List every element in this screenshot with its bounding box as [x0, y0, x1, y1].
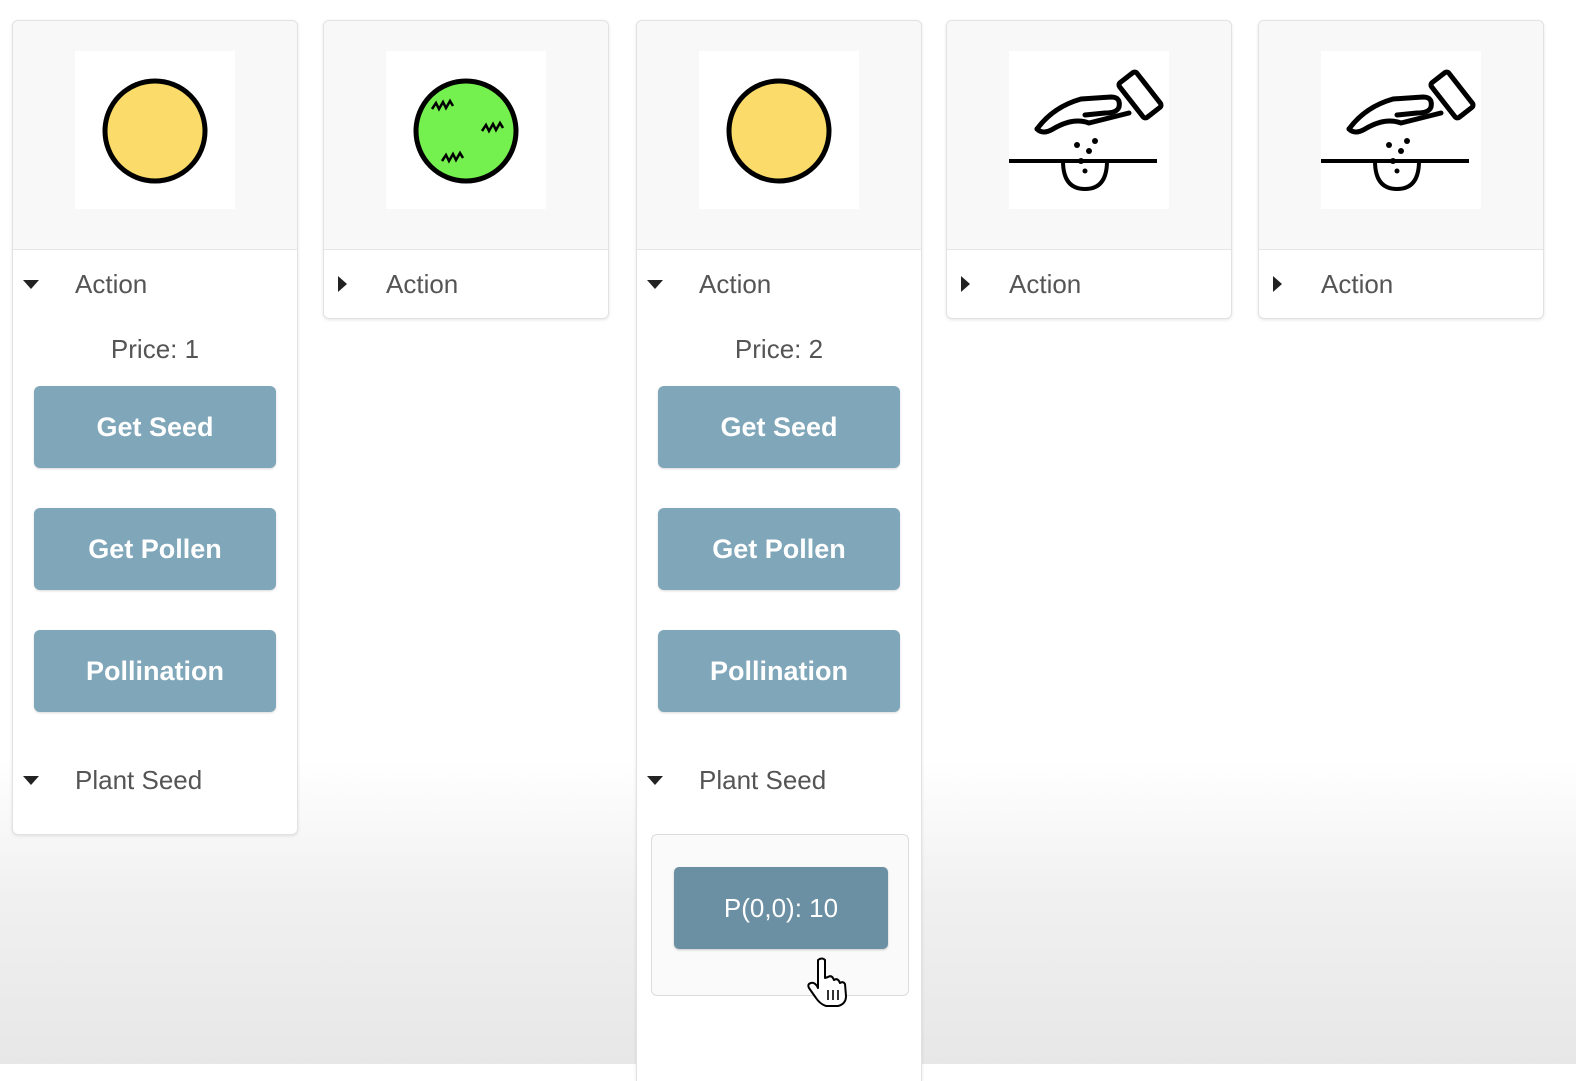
plant-seed-toggle[interactable]: Plant Seed [13, 746, 297, 814]
plot-list: P(0,0): 10 [651, 834, 909, 996]
action-toggle[interactable]: Action [1259, 250, 1543, 318]
caret-right-icon [1269, 276, 1285, 292]
card-image [13, 21, 297, 250]
caret-down-icon [23, 772, 39, 788]
plot-button[interactable]: P(0,0): 10 [674, 867, 888, 949]
yellow-seed-icon [75, 51, 235, 209]
card-image [947, 21, 1231, 250]
hand-planting-seed-icon [1321, 51, 1481, 209]
get-pollen-button[interactable]: Get Pollen [34, 508, 276, 590]
card-image [324, 21, 608, 250]
seed-card-2: Action Price: 2 Get Seed Get Pollen Poll… [636, 20, 922, 1081]
plant-card-1: Action [946, 20, 1232, 319]
get-pollen-button[interactable]: Get Pollen [658, 508, 900, 590]
plant-seed-label: Plant Seed [75, 764, 203, 795]
caret-down-icon [647, 276, 663, 292]
action-label: Action [75, 268, 148, 299]
action-toggle[interactable]: Action [324, 250, 608, 318]
action-label: Action [699, 268, 772, 299]
pollen-card: Action [323, 20, 609, 319]
action-label: Action [1321, 268, 1394, 299]
price-text: Price: 2 [734, 334, 824, 364]
caret-down-icon [647, 772, 663, 788]
action-toggle[interactable]: Action [637, 250, 921, 318]
plant-card-2: Action [1258, 20, 1544, 319]
pollination-button[interactable]: Pollination [658, 630, 900, 712]
action-label: Action [1009, 268, 1082, 299]
card-image [637, 21, 921, 250]
action-label: Action [386, 268, 459, 299]
caret-right-icon [957, 276, 973, 292]
action-toggle[interactable]: Action [947, 250, 1231, 318]
hand-pointer-icon [807, 957, 847, 1007]
price-text: Price: 1 [110, 334, 200, 364]
seed-card-1: Action Price: 1 Get Seed Get Pollen Poll… [12, 20, 298, 835]
caret-down-icon [23, 276, 39, 292]
action-toggle[interactable]: Action [13, 250, 297, 318]
plant-seed-label: Plant Seed [699, 764, 827, 795]
hand-planting-seed-icon [1009, 51, 1169, 209]
green-pollen-icon [386, 51, 546, 209]
caret-right-icon [334, 276, 350, 292]
card-image [1259, 21, 1543, 250]
plant-seed-toggle[interactable]: Plant Seed [637, 746, 921, 814]
get-seed-button[interactable]: Get Seed [34, 386, 276, 468]
get-seed-button[interactable]: Get Seed [658, 386, 900, 468]
pollination-button[interactable]: Pollination [34, 630, 276, 712]
yellow-seed-icon [699, 51, 859, 209]
